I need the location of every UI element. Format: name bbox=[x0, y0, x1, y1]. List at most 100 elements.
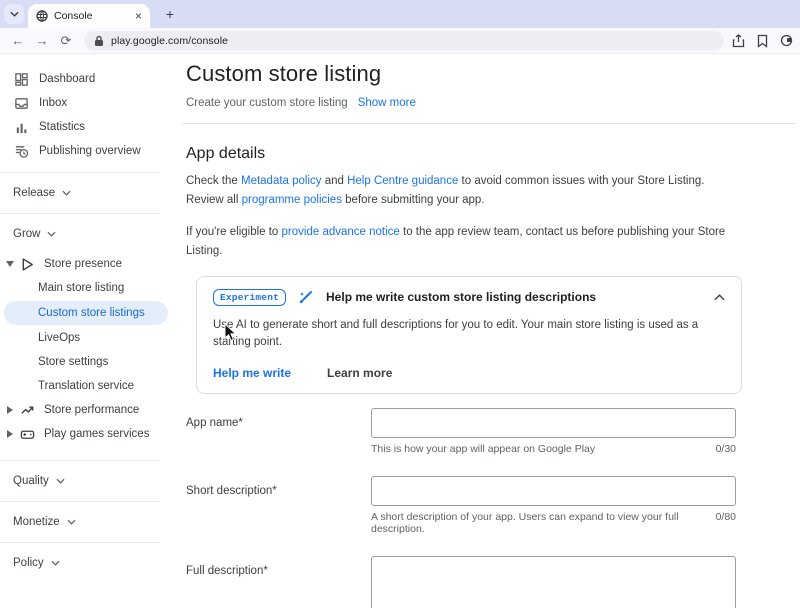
app-details-heading: App details bbox=[186, 145, 800, 163]
app-details-paragraph-2: If you're eligible to provide advance no… bbox=[186, 223, 738, 261]
bookmark-icon[interactable] bbox=[757, 34, 768, 48]
sidebar-item-store-performance[interactable]: Store performance bbox=[0, 398, 182, 422]
chevron-down-icon bbox=[51, 560, 60, 566]
extensions-icon[interactable] bbox=[780, 34, 793, 47]
text: and bbox=[322, 175, 348, 187]
sidebar-item-custom-store-listings[interactable]: Custom store listings bbox=[4, 301, 168, 325]
sidebar-item-main-store-listing[interactable]: Main store listing bbox=[0, 276, 182, 300]
full-description-label: Full description* bbox=[186, 556, 371, 608]
tab-title: Console bbox=[54, 10, 129, 22]
text: before submitting your app. bbox=[342, 194, 485, 206]
store-presence-icon bbox=[20, 257, 35, 272]
chevron-down-icon bbox=[56, 478, 65, 484]
collapse-arrow-icon[interactable] bbox=[5, 406, 15, 414]
sidebar-item-label: Inbox bbox=[39, 97, 67, 109]
collapse-banner-button[interactable] bbox=[714, 294, 725, 301]
inbox-icon bbox=[14, 96, 29, 111]
section-label: Release bbox=[13, 187, 55, 199]
divider bbox=[0, 542, 160, 543]
app-name-input[interactable] bbox=[371, 408, 736, 438]
section-label: Policy bbox=[13, 557, 44, 569]
main-content: Custom store listing Create your custom … bbox=[182, 55, 800, 608]
sidebar-item-label: Store presence bbox=[44, 258, 122, 270]
divider bbox=[0, 172, 160, 173]
browser-tab-console[interactable]: Console × bbox=[28, 4, 150, 28]
programme-policies-link[interactable]: programme policies bbox=[242, 194, 342, 206]
back-button[interactable]: ← bbox=[6, 33, 30, 48]
publishing-overview-icon bbox=[14, 144, 29, 159]
sidebar-section-release[interactable]: Release bbox=[0, 182, 182, 204]
sidebar-item-statistics[interactable]: Statistics bbox=[0, 115, 182, 139]
text: If you're eligible to bbox=[186, 226, 282, 238]
section-label: Quality bbox=[13, 475, 49, 487]
sidebar-item-inbox[interactable]: Inbox bbox=[0, 91, 182, 115]
app-details-form: App name* This is how your app will appe… bbox=[186, 408, 800, 608]
sidebar-section-policy[interactable]: Policy bbox=[0, 552, 182, 574]
expand-arrow-icon[interactable] bbox=[5, 261, 15, 267]
page-title: Custom store listing bbox=[186, 61, 800, 87]
sidebar-item-liveops[interactable]: LiveOps bbox=[0, 326, 182, 350]
tab-search-button[interactable] bbox=[4, 4, 24, 24]
collapse-arrow-icon[interactable] bbox=[5, 430, 15, 438]
lock-icon bbox=[94, 35, 104, 47]
full-description-textarea[interactable] bbox=[371, 556, 736, 608]
sidebar-item-label: Store performance bbox=[44, 404, 139, 416]
chevron-down-icon bbox=[67, 519, 76, 525]
play-games-services-icon bbox=[20, 427, 35, 442]
new-tab-button[interactable]: + bbox=[160, 4, 180, 24]
mouse-cursor bbox=[224, 323, 237, 342]
divider bbox=[0, 501, 160, 502]
app-name-label: App name* bbox=[186, 408, 371, 455]
sidebar-item-store-settings[interactable]: Store settings bbox=[0, 350, 182, 374]
forward-button[interactable]: → bbox=[30, 33, 54, 48]
sidebar-section-monetize[interactable]: Monetize bbox=[0, 511, 182, 533]
reload-button[interactable]: ⟳ bbox=[54, 33, 78, 49]
divider bbox=[182, 123, 796, 124]
address-bar[interactable]: play.google.com/console bbox=[84, 31, 724, 50]
share-icon[interactable] bbox=[732, 34, 745, 48]
chevron-up-icon bbox=[714, 294, 725, 301]
chevron-down-icon bbox=[47, 231, 56, 237]
sidebar-item-label: LiveOps bbox=[38, 332, 80, 344]
sidebar-section-grow[interactable]: Grow bbox=[0, 223, 182, 245]
learn-more-button[interactable]: Learn more bbox=[327, 366, 392, 380]
sidebar-item-store-presence[interactable]: Store presence bbox=[0, 252, 182, 276]
provide-advance-notice-link[interactable]: provide advance notice bbox=[282, 226, 400, 238]
banner-description: Use AI to generate short and full descri… bbox=[213, 317, 725, 352]
sidebar-item-publishing-overview[interactable]: Publishing overview bbox=[0, 139, 182, 163]
section-label: Monetize bbox=[13, 516, 60, 528]
sidebar-item-label: Main store listing bbox=[38, 282, 124, 294]
app-name-row: App name* This is how your app will appe… bbox=[186, 408, 800, 455]
show-more-link[interactable]: Show more bbox=[358, 97, 416, 109]
short-description-row: Short description* A short description o… bbox=[186, 476, 800, 535]
help-centre-guidance-link[interactable]: Help Centre guidance bbox=[347, 175, 458, 187]
statistics-icon bbox=[14, 120, 29, 135]
metadata-policy-link[interactable]: Metadata policy bbox=[241, 175, 322, 187]
sidebar-item-play-games-services[interactable]: Play games services bbox=[0, 422, 182, 446]
sidebar-section-quality[interactable]: Quality bbox=[0, 470, 182, 492]
sidebar-item-label: Statistics bbox=[39, 121, 85, 133]
page-subtitle: Create your custom store listing bbox=[186, 97, 348, 109]
console-favicon-icon bbox=[36, 10, 48, 22]
full-description-row: Full description* 0/4000 bbox=[186, 556, 800, 608]
short-description-input[interactable] bbox=[371, 476, 736, 506]
sidebar-item-label: Publishing overview bbox=[39, 145, 141, 157]
sidebar-item-label: Translation service bbox=[38, 380, 134, 392]
chevron-down-icon bbox=[62, 190, 71, 196]
magic-pen-icon bbox=[298, 289, 314, 305]
experiment-badge: Experiment bbox=[213, 289, 286, 306]
sidebar-item-label: Store settings bbox=[38, 356, 108, 368]
sidebar: Dashboard Inbox Statistics bbox=[0, 55, 182, 608]
tab-close-button[interactable]: × bbox=[135, 10, 142, 22]
app-name-counter: 0/30 bbox=[716, 443, 736, 455]
store-performance-icon bbox=[20, 403, 35, 418]
play-console-window: Console × + ← → ⟳ play.google.com/consol… bbox=[0, 0, 800, 608]
sidebar-item-label: Dashboard bbox=[39, 73, 95, 85]
sidebar-item-translation-service[interactable]: Translation service bbox=[0, 374, 182, 398]
sidebar-item-dashboard[interactable]: Dashboard bbox=[0, 67, 182, 91]
sidebar-item-label: Custom store listings bbox=[38, 307, 145, 319]
chevron-down-icon bbox=[10, 11, 19, 17]
help-me-write-button[interactable]: Help me write bbox=[213, 366, 291, 380]
app-name-helper: This is how your app will appear on Goog… bbox=[371, 443, 595, 455]
short-description-counter: 0/80 bbox=[716, 511, 736, 535]
